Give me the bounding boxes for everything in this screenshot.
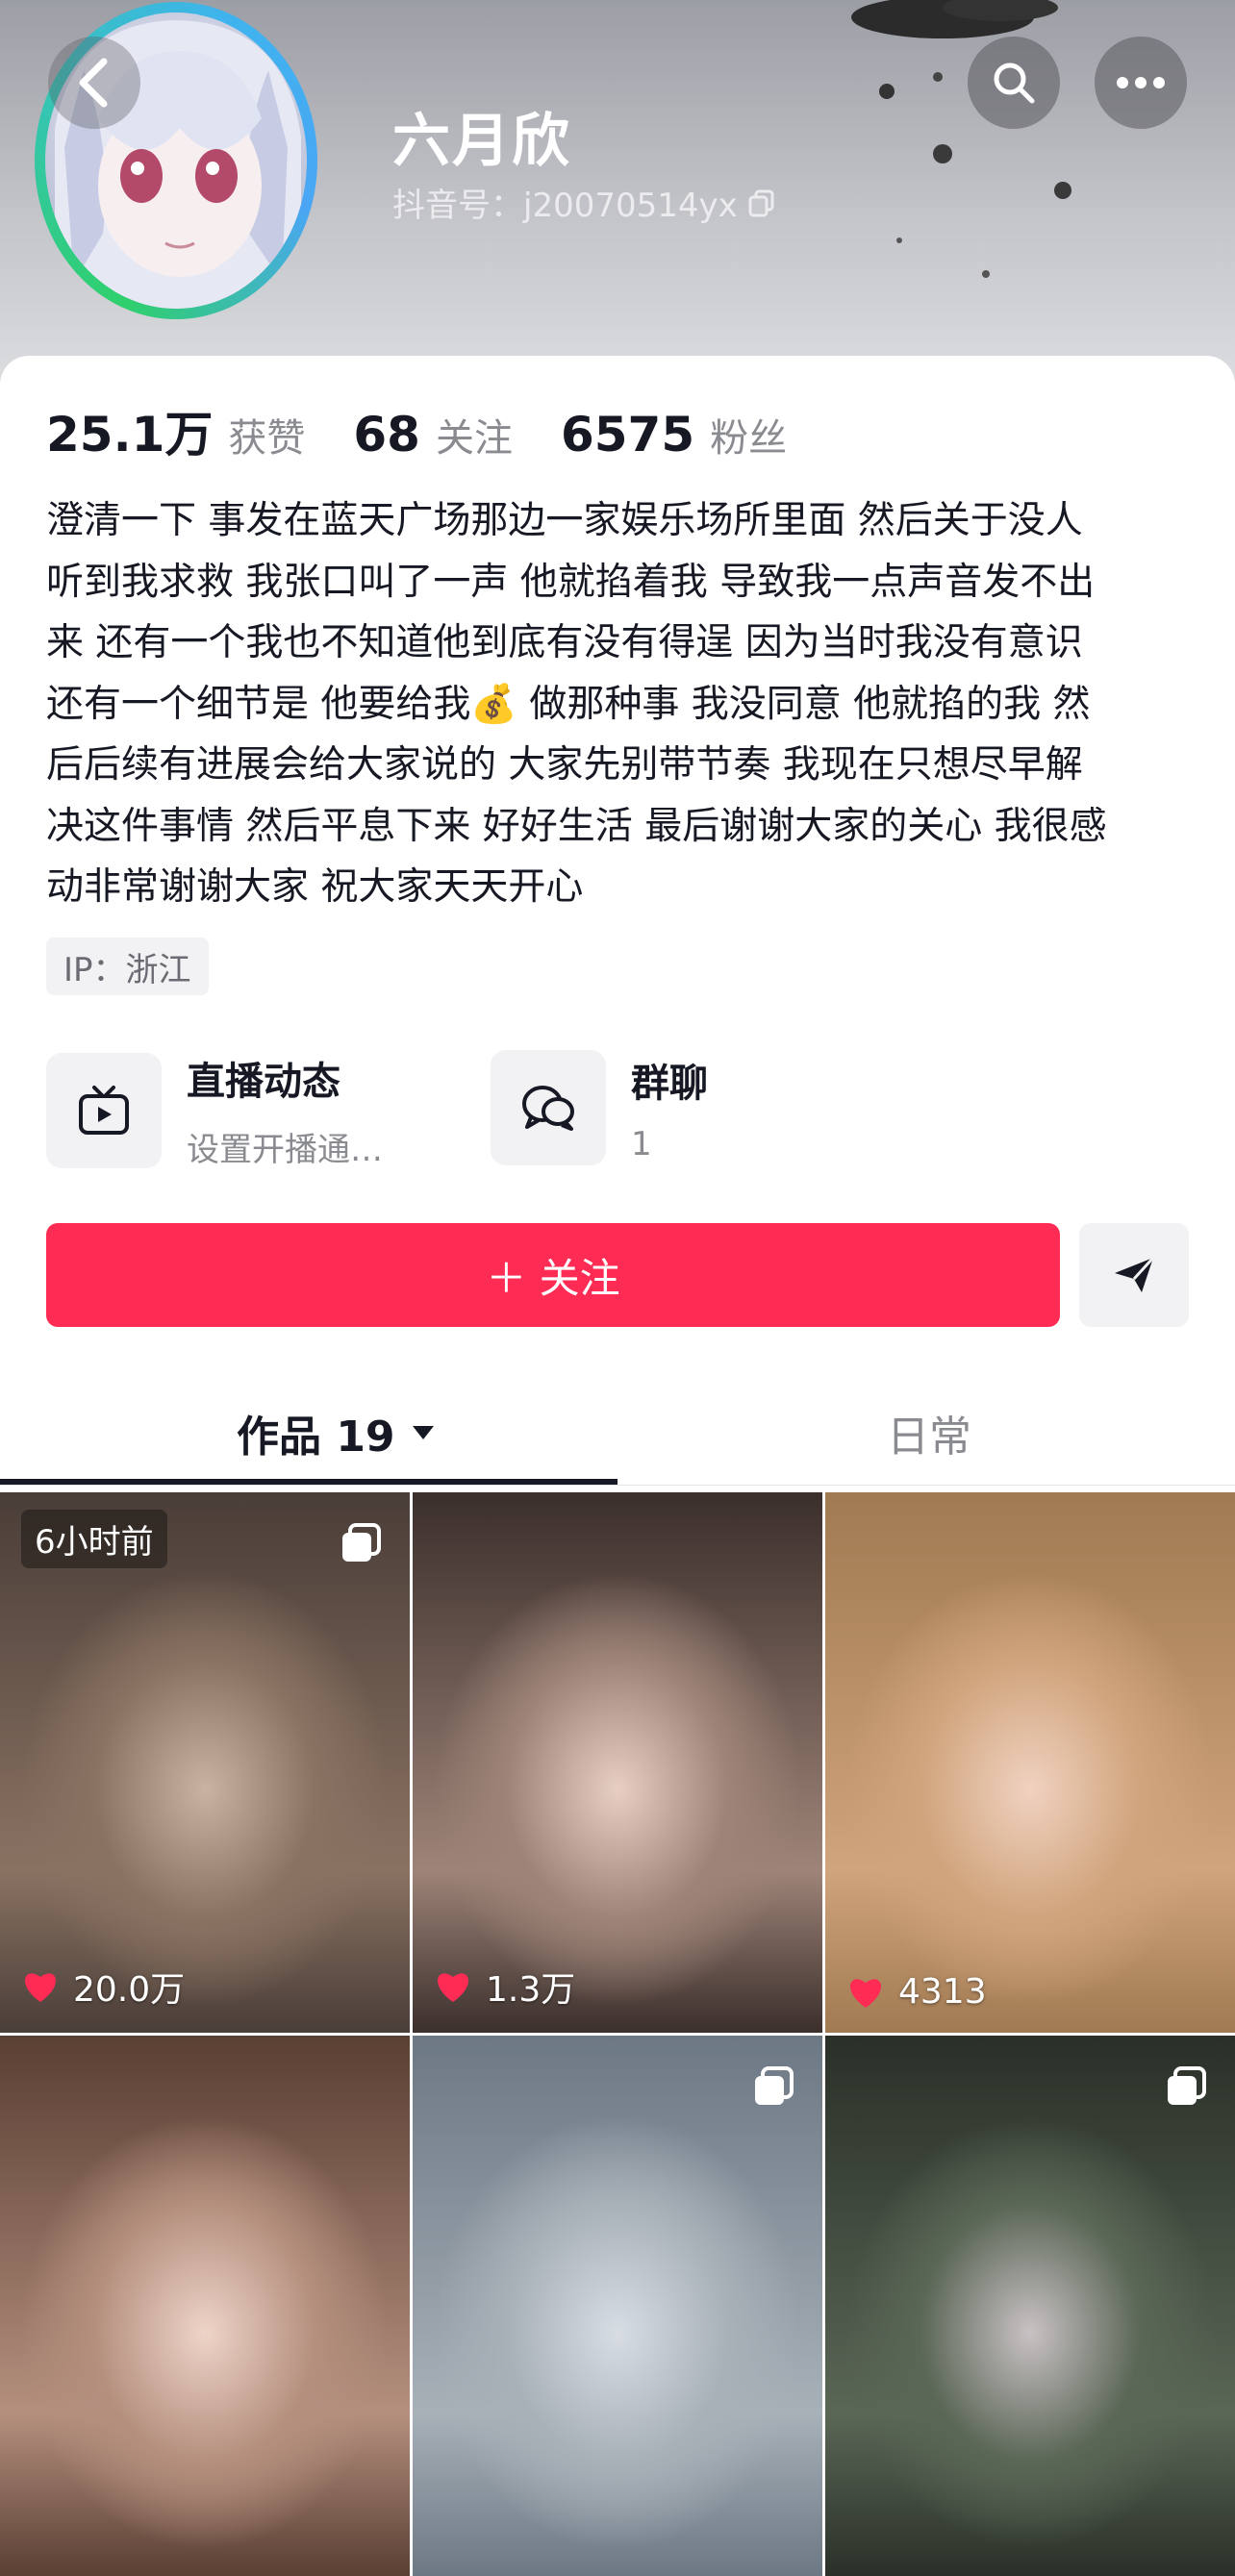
heart-icon xyxy=(438,1973,468,2002)
profile-bio: 澄清一下 事发在蓝天广场那边一家娱乐场所里面 然后关于没人 听到我求救 我张口叫… xyxy=(46,490,1200,918)
feature-icon-box xyxy=(491,1050,606,1165)
like-count: 20.0万 xyxy=(21,1962,185,2012)
stat-value: 25.1万 xyxy=(46,407,214,463)
like-count-text: 4313 xyxy=(898,1972,987,2012)
more-options-button[interactable] xyxy=(1095,37,1187,129)
video-tile[interactable] xyxy=(413,2036,822,2576)
tab-daily[interactable]: 日常 xyxy=(887,1402,971,1463)
video-tile[interactable]: 4313 xyxy=(825,1492,1235,2033)
bio-line: 来 还有一个我也不知道他到底有没有得逞 因为当时我没有意识 xyxy=(46,621,1083,664)
share-button[interactable] xyxy=(1079,1223,1189,1327)
stat-likes: 25.1万 获赞 xyxy=(46,396,305,465)
profile-name: 六月欣 xyxy=(392,108,571,175)
copy-icon[interactable] xyxy=(747,188,776,217)
follow-button[interactable]: ＋ 关注 xyxy=(46,1223,1060,1327)
group-chat-feature[interactable]: 群聊 1 xyxy=(491,1050,708,1165)
search-icon xyxy=(994,63,1035,104)
more-dots-icon xyxy=(1117,77,1165,88)
live-feature[interactable]: 直播动态 设置开播通… xyxy=(46,1050,383,1170)
stat-value: 68 xyxy=(353,407,420,463)
bio-line: 听到我求救 我张口叫了一声 他就掐着我 导致我一点声音发不出 xyxy=(46,560,1096,604)
bio-line: 澄清一下 事发在蓝天广场那边一家娱乐场所里面 然后关于没人 xyxy=(46,499,1083,542)
like-count-text: 20.0万 xyxy=(73,1970,186,2010)
feature-icon-box xyxy=(46,1052,162,1168)
back-button[interactable] xyxy=(48,37,140,129)
send-icon xyxy=(1115,1256,1155,1292)
stat-label: 关注 xyxy=(435,416,513,461)
heart-icon xyxy=(850,1978,881,2008)
like-count: 1.3万 xyxy=(434,1962,575,2012)
feature-title: 直播动态 xyxy=(187,1060,340,1104)
like-count-text: 1.3万 xyxy=(486,1970,576,2010)
multi-image-icon xyxy=(342,1523,381,1562)
video-tile[interactable]: 6小时前 20.0万 xyxy=(0,1492,410,2033)
stat-followers[interactable]: 6575 粉丝 xyxy=(561,407,787,463)
profile-card: 25.1万 获赞 68 关注 6575 粉丝 澄清一下 事发在蓝天广场那边一家娱… xyxy=(0,356,1235,2576)
feature-subtitle: 1 xyxy=(631,1125,652,1163)
chevron-left-icon xyxy=(79,58,108,108)
post-time: 6小时前 xyxy=(21,1510,167,1568)
tab-works[interactable]: 作品 19 xyxy=(237,1402,436,1463)
feature-subtitle: 设置开播通… xyxy=(187,1131,383,1169)
video-tile[interactable] xyxy=(825,2036,1235,2576)
bio-line: 还有一个细节是 他要给我💰 做那种事 我没同意 他就掐的我 然 xyxy=(46,682,1091,726)
stat-label: 获赞 xyxy=(228,416,306,461)
bio-line: 动非常谢谢大家 祝大家天天开心 xyxy=(46,865,584,909)
douyin-id: 抖音号：j20070514yx xyxy=(392,187,738,225)
video-tile[interactable] xyxy=(0,2036,410,2576)
multi-image-icon xyxy=(755,2066,794,2105)
stat-following[interactable]: 68 关注 xyxy=(353,407,513,463)
tab-label: 作品 19 xyxy=(237,1413,395,1462)
bio-line: 后后续有进展会给大家说的 大家先别带节奏 我现在只想尽早解 xyxy=(46,743,1083,787)
multi-image-icon xyxy=(1168,2066,1206,2105)
bio-line: 决这件事情 然后平息下来 好好生活 最后谢谢大家的关心 我很感 xyxy=(46,804,1107,848)
stat-label: 粉丝 xyxy=(710,416,788,461)
profile-stats: 25.1万 获赞 68 关注 6575 粉丝 xyxy=(46,396,835,465)
stat-value: 6575 xyxy=(560,407,695,463)
video-tile[interactable]: 1.3万 xyxy=(413,1492,822,2033)
heart-icon xyxy=(25,1973,56,2002)
tab-divider xyxy=(0,1485,1235,1486)
caret-down-icon xyxy=(412,1426,434,1439)
search-button[interactable] xyxy=(968,37,1060,129)
douyin-id-row[interactable]: 抖音号：j20070514yx xyxy=(392,179,776,226)
tv-play-icon xyxy=(79,1085,129,1135)
chat-bubbles-icon xyxy=(522,1086,574,1131)
feature-title: 群聊 xyxy=(631,1062,708,1106)
ip-location-tag: IP：浙江 xyxy=(46,938,209,995)
like-count: 4313 xyxy=(846,1972,987,2012)
